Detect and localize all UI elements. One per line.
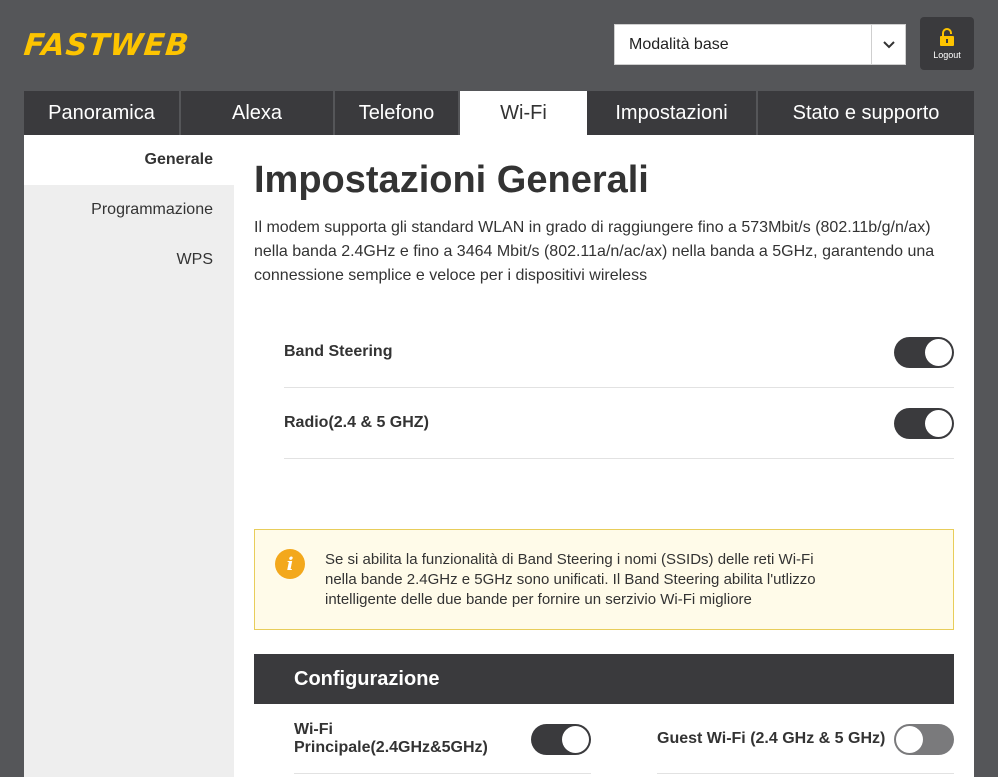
wifi-principale-label: Wi-Fi Principale(2.4GHz&5GHz) <box>294 721 488 756</box>
config-header: Configurazione <box>254 654 954 704</box>
toggle-knob <box>925 338 952 366</box>
toggle-knob <box>925 409 952 437</box>
mode-select[interactable]: Modalità base <box>614 24 906 65</box>
tab-telefono[interactable]: Telefono <box>335 91 460 135</box>
setting-row-band-steering: Band Steering <box>284 317 954 388</box>
header: FASTWEB Modalità base Logout <box>0 0 998 91</box>
divider <box>657 773 954 774</box>
guest-wifi-toggle[interactable] <box>894 723 954 755</box>
config-row-guest-wifi: Guest Wi-Fi (2.4 GHz & 5 GHz) <box>657 719 954 759</box>
logout-button[interactable]: Logout <box>920 17 974 70</box>
setting-row-radio: Radio(2.4 & 5 GHZ) <box>284 388 954 459</box>
radio-label: Radio(2.4 & 5 GHZ) <box>284 414 429 431</box>
radio-toggle[interactable] <box>894 407 954 439</box>
band-steering-toggle[interactable] <box>894 336 954 368</box>
logout-label: Logout <box>933 49 961 60</box>
info-line-2: nella bande 2.4GHz e 5GHz sono unificati… <box>325 571 816 588</box>
sidebar-item-generale[interactable]: Generale <box>24 135 234 185</box>
tab-alexa[interactable]: Alexa <box>181 91 335 135</box>
tab-wifi[interactable]: Wi-Fi <box>460 91 587 135</box>
main-content: Impostazioni Generali Il modem supporta … <box>234 135 974 777</box>
tab-stato-e-supporto[interactable]: Stato e supporto <box>758 91 974 135</box>
toggle-knob <box>562 725 589 753</box>
info-line-1: Se si abilita la funzionalità di Band St… <box>325 551 814 568</box>
info-icon: i <box>275 549 305 579</box>
divider <box>294 773 591 774</box>
mode-select-value: Modalità base <box>629 35 729 53</box>
sidebar-item-programmazione[interactable]: Programmazione <box>24 185 234 235</box>
tab-impostazioni[interactable]: Impostazioni <box>587 91 758 135</box>
chevron-down-icon[interactable] <box>871 25 905 64</box>
sidebar: Generale Programmazione WPS <box>24 135 234 777</box>
tab-panoramica[interactable]: Panoramica <box>24 91 181 135</box>
page-title: Impostazioni Generali <box>254 159 649 201</box>
sidebar-item-wps[interactable]: WPS <box>24 235 234 285</box>
fastweb-logo: FASTWEB <box>22 28 192 63</box>
wifi-principale-toggle[interactable] <box>531 723 591 755</box>
band-steering-label: Band Steering <box>284 343 393 360</box>
lock-icon <box>940 27 954 46</box>
info-text: Se si abilita la funzionalità di Band St… <box>325 550 885 610</box>
page-description: Il modem supporta gli standard WLAN in g… <box>254 219 935 284</box>
main-tabs: Panoramica Alexa Telefono Wi-Fi Impostaz… <box>24 91 974 135</box>
info-box: i Se si abilita la funzionalità di Band … <box>254 529 954 630</box>
config-row-wifi-principale: Wi-Fi Principale(2.4GHz&5GHz) <box>294 719 591 759</box>
toggle-knob <box>896 725 923 753</box>
info-line-3: intelligente delle due bande per fornire… <box>325 591 752 608</box>
guest-wifi-label: Guest Wi-Fi (2.4 GHz & 5 GHz) <box>657 730 886 747</box>
